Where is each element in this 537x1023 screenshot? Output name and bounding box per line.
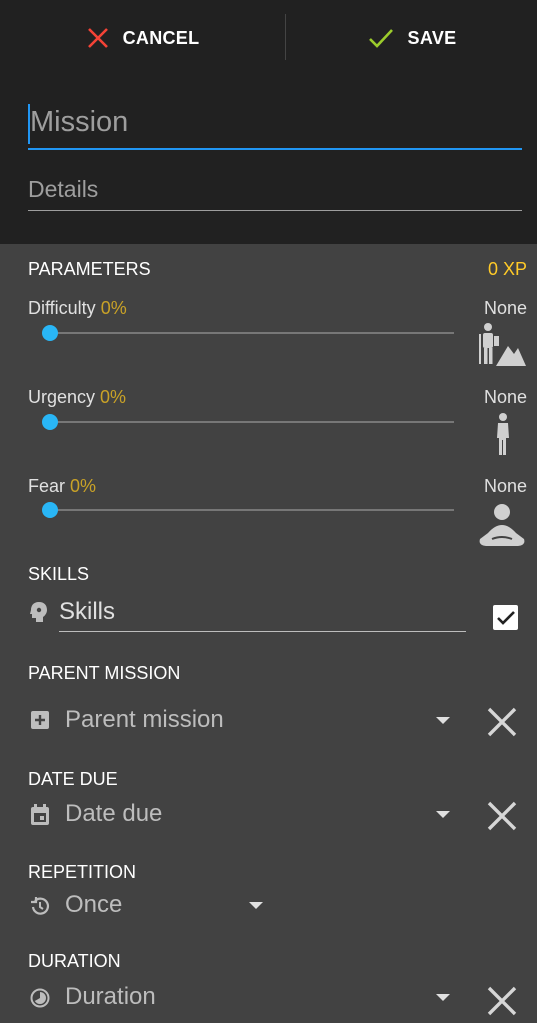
urgency-level: None xyxy=(483,387,527,407)
add-box-icon xyxy=(31,711,49,729)
repetition-heading: REPETITION xyxy=(28,862,137,882)
difficulty-percent: 0% xyxy=(100,298,127,318)
cancel-button[interactable]: CANCEL xyxy=(0,0,286,76)
history-icon xyxy=(31,897,50,915)
chevron-down-icon[interactable] xyxy=(436,717,450,724)
parent-mission-heading: PARENT MISSION xyxy=(28,663,181,683)
cancel-label: CANCEL xyxy=(122,27,200,48)
walking-icon xyxy=(497,413,509,455)
save-button[interactable]: SAVE xyxy=(287,0,537,76)
fear-level: None xyxy=(483,476,527,496)
date-due-dropdown[interactable]: Date due xyxy=(65,800,162,828)
skills-placeholder: Skills xyxy=(59,598,116,625)
brain-icon xyxy=(30,602,47,622)
toolbar: CANCEL SAVE xyxy=(0,0,537,76)
calendar-icon xyxy=(31,804,49,825)
urgency-slider[interactable] xyxy=(50,421,454,423)
toolbar-divider xyxy=(285,14,286,60)
difficulty-slider[interactable] xyxy=(50,332,454,334)
fear-slider[interactable] xyxy=(50,509,454,511)
mission-title-placeholder: Mission xyxy=(30,106,129,138)
xp-value: 0 XP xyxy=(487,259,527,279)
chevron-down-icon[interactable] xyxy=(436,811,450,818)
parent-mission-dropdown[interactable]: Parent mission xyxy=(65,706,224,734)
fear-slider-thumb[interactable] xyxy=(42,502,58,518)
difficulty-level: None xyxy=(483,298,527,318)
repetition-dropdown[interactable]: Once xyxy=(65,891,122,919)
date-due-heading: DATE DUE xyxy=(28,769,118,789)
timelapse-icon xyxy=(30,988,50,1008)
difficulty-slider-thumb[interactable] xyxy=(42,325,58,341)
meditation-icon xyxy=(479,504,525,546)
difficulty-label: Difficulty 0% xyxy=(28,298,127,319)
header-panel: CANCEL SAVE Mission Details xyxy=(0,0,537,244)
close-icon xyxy=(87,28,108,48)
urgency-slider-thumb[interactable] xyxy=(42,414,58,430)
urgency-label: Urgency 0% xyxy=(28,387,126,408)
urgency-percent: 0% xyxy=(100,387,127,407)
parameters-heading: PARAMETERS xyxy=(28,259,151,279)
mission-title-input[interactable]: Mission xyxy=(28,98,522,150)
skills-heading: SKILLS xyxy=(28,564,90,584)
check-icon xyxy=(496,610,515,625)
details-placeholder: Details xyxy=(28,176,99,202)
hiker-icon xyxy=(479,323,526,366)
fear-label-text: Fear xyxy=(28,476,66,496)
check-icon xyxy=(368,29,393,48)
chevron-down-icon[interactable] xyxy=(436,994,450,1001)
fear-label: Fear 0% xyxy=(28,476,96,497)
clear-parent-mission-icon[interactable] xyxy=(486,706,518,738)
duration-heading: DURATION xyxy=(28,951,121,971)
chevron-down-icon[interactable] xyxy=(249,902,263,909)
skills-checkbox[interactable] xyxy=(493,605,518,630)
clear-date-due-icon[interactable] xyxy=(486,800,518,832)
urgency-label-text: Urgency xyxy=(28,387,96,407)
skills-input[interactable]: Skills xyxy=(59,596,466,632)
details-input[interactable]: Details xyxy=(28,168,522,211)
clear-duration-icon[interactable] xyxy=(486,985,518,1017)
save-label: SAVE xyxy=(407,27,457,48)
difficulty-label-text: Difficulty xyxy=(28,298,96,318)
duration-dropdown[interactable]: Duration xyxy=(65,983,156,1011)
fear-percent: 0% xyxy=(70,476,97,496)
